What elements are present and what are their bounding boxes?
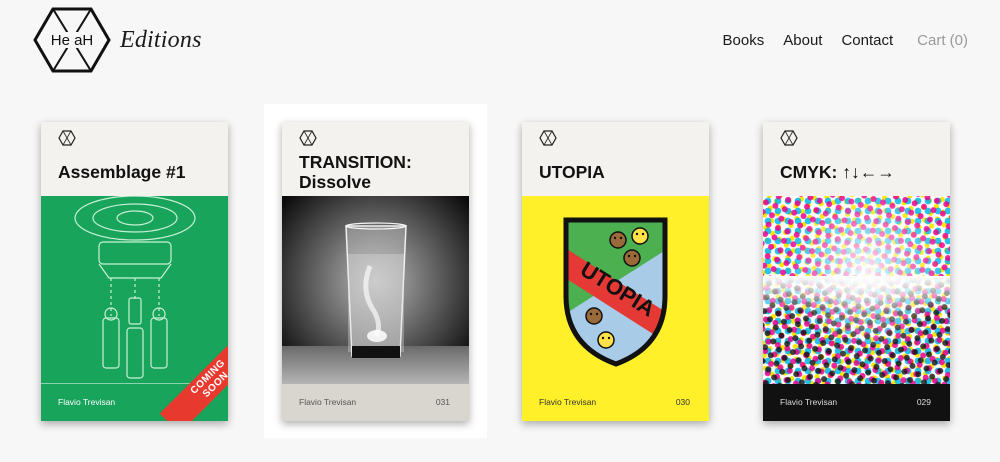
nav-contact[interactable]: Contact	[841, 32, 893, 49]
book-title: Assemblage #1	[58, 162, 186, 182]
cover-footer: Flavio Trevisan 030	[522, 384, 709, 421]
hexagon-logo-icon: He aH	[33, 7, 111, 73]
cover-art-utopia-shield: UTOPIA	[522, 196, 709, 384]
book-card-cmyk[interactable]: CMYK: ↑↓←→ Flavio Trevisan 029	[763, 122, 950, 421]
cover-header: CMYK: ↑↓←→	[763, 122, 950, 196]
book-author: Flavio Trevisan	[780, 397, 838, 407]
cover-footer: Flavio Trevisan 029	[763, 384, 950, 421]
book-title: TRANSITION: Dissolve	[299, 152, 412, 192]
mini-logo-icon	[539, 130, 557, 146]
book-number: 030	[675, 397, 690, 407]
mini-logo-icon	[58, 130, 76, 146]
book-title: UTOPIA	[539, 162, 605, 182]
nav-cart[interactable]: Cart (0)	[917, 32, 968, 49]
svg-text:He aH: He aH	[51, 32, 94, 49]
cover-art-glass-photo	[282, 196, 469, 384]
book-card-assemblage[interactable]: Assemblage #1 Flavio Trevisan COMING SOON	[41, 122, 228, 421]
coming-soon-badge: COMING SOON	[148, 341, 228, 421]
book-author: Flavio Trevisan	[539, 397, 597, 407]
mini-logo-icon	[780, 130, 798, 146]
book-title: CMYK: ↑↓←→	[780, 162, 895, 182]
book-number: 029	[916, 397, 931, 407]
brand-wordmark: Editions	[120, 26, 202, 53]
book-number: 031	[435, 397, 450, 407]
cover-header: TRANSITION: Dissolve	[282, 122, 469, 196]
book-card-transition[interactable]: TRANSITION: Dissolve Flavio Trevisan 031	[282, 122, 469, 421]
book-card-utopia[interactable]: UTOPIA UTOPIA Flavio Trevisan 030	[522, 122, 709, 421]
nav-books[interactable]: Books	[723, 32, 765, 49]
main-nav: Books About Contact Cart (0)	[704, 32, 968, 49]
cover-header: UTOPIA	[522, 122, 709, 196]
cover-header: Assemblage #1	[41, 122, 228, 196]
brand-logo[interactable]: He aH Editions	[33, 7, 202, 73]
nav-about[interactable]: About	[783, 32, 822, 49]
mini-logo-icon	[299, 130, 317, 146]
book-author: Flavio Trevisan	[58, 397, 116, 407]
cover-art-halftone	[763, 196, 950, 384]
book-author: Flavio Trevisan	[299, 397, 357, 407]
cover-footer: Flavio Trevisan 031	[282, 384, 469, 421]
